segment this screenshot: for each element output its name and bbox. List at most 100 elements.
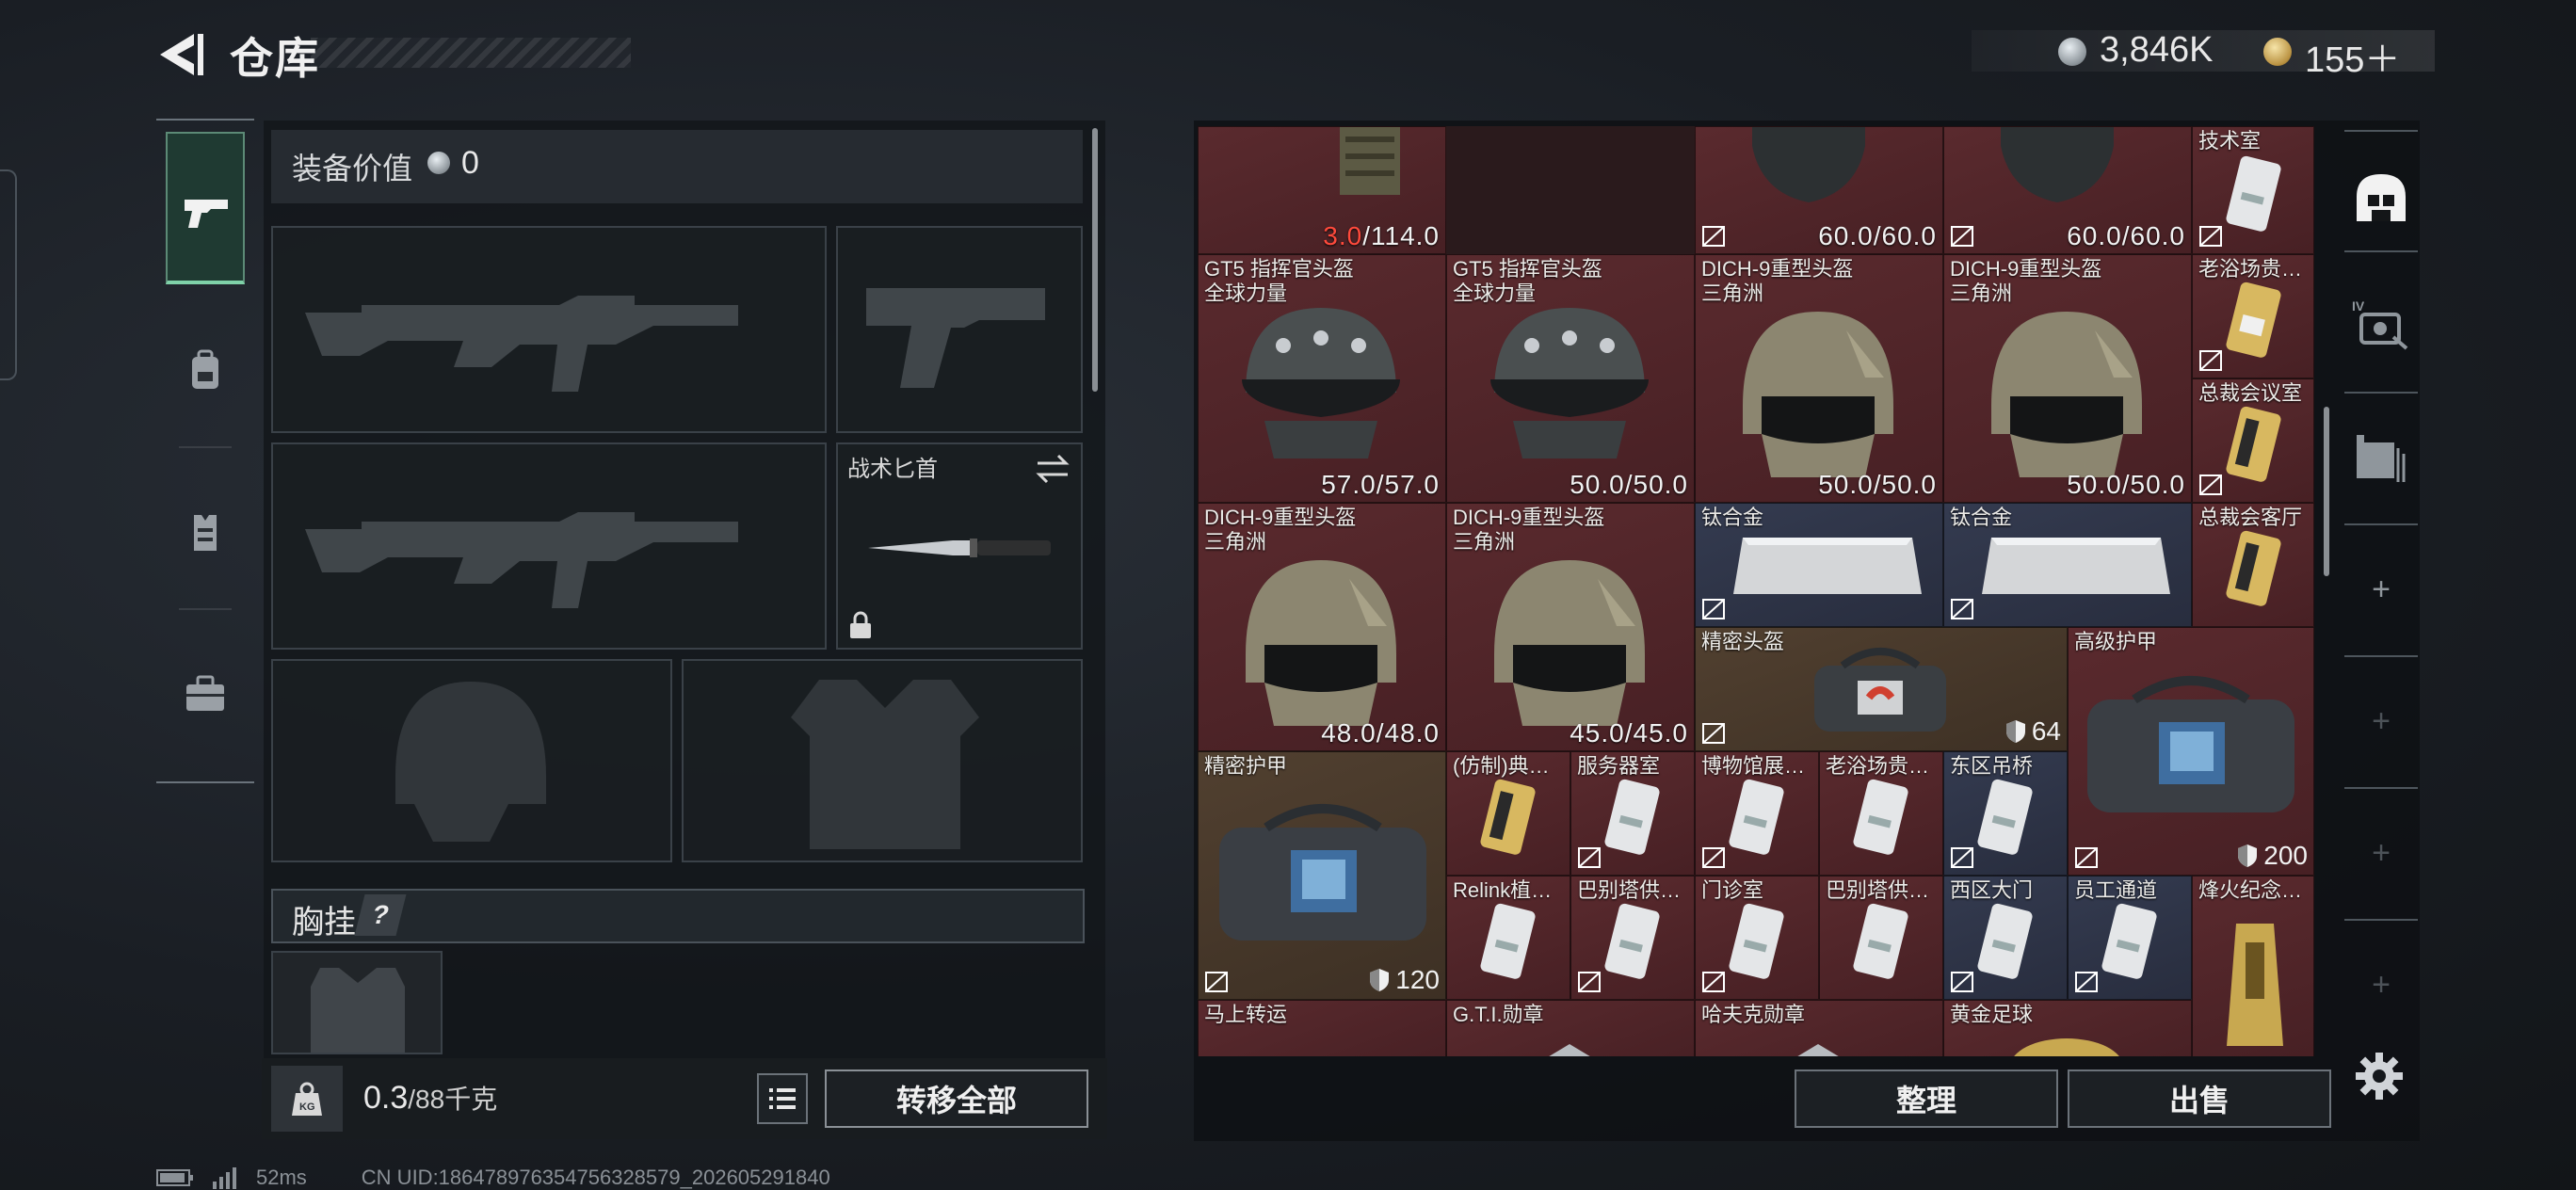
stash-item-helmet[interactable]: DICH-9重型头盔 三角洲 50.0/50.0: [1943, 254, 2192, 503]
side-drawer-handle[interactable]: [0, 169, 17, 380]
heavy-helmet-icon: [1991, 312, 2142, 477]
stash-item-keycard[interactable]: Relink植…: [1446, 876, 1570, 1000]
sidebar-divider: [2344, 655, 2418, 657]
no-trade-icon: [1578, 972, 1601, 992]
no-trade-icon: [1702, 723, 1725, 744]
nav-divider: [156, 119, 254, 121]
back-button[interactable]: [153, 28, 205, 81]
lock-icon: [850, 611, 871, 638]
no-trade-icon: [2199, 474, 2222, 495]
stash-scrollbar[interactable]: [2324, 407, 2329, 576]
loadout-scrollbar[interactable]: [1092, 128, 1098, 392]
keycard-icon: [2226, 530, 2281, 606]
body-armor-slot[interactable]: [682, 659, 1083, 862]
nav-tab-case[interactable]: [166, 651, 245, 736]
stash-item-keycard[interactable]: 巴别塔供…: [1819, 876, 1943, 1000]
stash-item-partial[interactable]: 马上转运: [1198, 1000, 1446, 1056]
stash-item-helmet[interactable]: DICH-9重型头盔 三角洲 45.0/45.0: [1446, 503, 1695, 751]
stash-item-helmet-partial[interactable]: 60.0/60.0: [1943, 126, 2192, 254]
add-stash-tab-button[interactable]: +: [2343, 552, 2420, 627]
armor-silhouette-icon: [791, 680, 979, 849]
stash-item-advanced-armor[interactable]: 高级护甲 200: [2068, 627, 2314, 876]
sell-button[interactable]: 出售: [2068, 1069, 2331, 1128]
stash-item-titanium[interactable]: 钛合金: [1695, 503, 1943, 627]
sidebar-divider: [2344, 250, 2418, 252]
stash-item-keycard[interactable]: 老浴场贵…: [2192, 254, 2314, 378]
stash-item-helmet[interactable]: GT5 指挥官头盔 全球力量 50.0/50.0: [1446, 254, 1695, 503]
sidebar-divider: [2344, 919, 2418, 921]
stash-item-partial[interactable]: G.T.I.勋章: [1446, 1000, 1695, 1056]
premium-currency-icon: [2263, 38, 2292, 66]
nav-tab-weapons[interactable]: [166, 132, 245, 284]
no-trade-icon: [1702, 847, 1725, 868]
stash-item-keycard[interactable]: 总裁会议室: [2192, 378, 2314, 503]
duffel-bag-icon: [1219, 804, 1426, 941]
premium-currency-amount[interactable]: 155＋: [2305, 30, 2400, 82]
add-stash-tab-button[interactable]: +: [2343, 947, 2420, 1022]
stash-item-helmet[interactable]: DICH-9重型头盔 三角洲 50.0/50.0: [1695, 254, 1943, 503]
stash-item-keycard[interactable]: 老浴场贵…: [1819, 751, 1943, 876]
primary-weapon-slot[interactable]: [271, 226, 827, 433]
battery-icon: [156, 1169, 193, 1186]
shield-icon: [2005, 720, 2025, 743]
settings-button[interactable]: [2354, 1051, 2405, 1102]
nav-tab-backpack[interactable]: [166, 328, 245, 412]
stash-item-keycard[interactable]: 员工通道: [2068, 876, 2192, 1000]
stash-item-keycard[interactable]: 服务器室: [1570, 751, 1695, 876]
stash-tab-collection[interactable]: [2343, 420, 2420, 495]
helmet-slot[interactable]: [271, 659, 672, 862]
stash-item-titanium[interactable]: 钛合金: [1943, 503, 2192, 627]
add-stash-tab-button[interactable]: +: [2343, 815, 2420, 891]
stash-item-keycard[interactable]: 总裁会客厅: [2192, 503, 2314, 627]
stash-item-helmet-partial[interactable]: 60.0/60.0: [1695, 126, 1943, 254]
svg-text:IV: IV: [2352, 298, 2365, 314]
status-bar: 52ms CN UID:18647897635475632857​9_20260…: [156, 1166, 830, 1190]
coin-icon: [2058, 38, 2086, 66]
no-trade-icon: [2199, 226, 2222, 247]
pistol-silhouette-icon: [866, 288, 1045, 388]
no-trade-icon: [1951, 226, 1973, 247]
melee-slot[interactable]: 战术匕首: [836, 442, 1083, 650]
add-stash-tab-button[interactable]: +: [2343, 683, 2420, 759]
stash-item-helmet[interactable]: GT5 指挥官头盔 全球力量 57.0/57.0: [1198, 254, 1446, 503]
swap-icon[interactable]: [1034, 452, 1071, 486]
sort-button[interactable]: 整理: [1795, 1069, 2058, 1128]
sidearm-slot[interactable]: [836, 226, 1083, 433]
keycard-icon: [1977, 903, 2033, 979]
secondary-weapon-slot[interactable]: [271, 442, 827, 650]
stash-item-keycard[interactable]: 技术室: [2192, 126, 2314, 254]
stash-item-keycard[interactable]: 博物馆展…: [1695, 751, 1819, 876]
stash-item-helmet[interactable]: DICH-9重型头盔 三角洲 48.0/48.0: [1198, 503, 1446, 751]
keycard-icon: [1729, 903, 1784, 979]
commander-helmet-icon: [1242, 308, 1400, 458]
helmet-icon: [2001, 127, 2114, 202]
signal-icon: [213, 1167, 236, 1189]
stash-item-keycard[interactable]: 巴别塔供…: [1570, 876, 1695, 1000]
stash-item-precision-helmet[interactable]: 精密头盔 64: [1695, 627, 2068, 751]
briefcase-icon: [186, 675, 224, 711]
transfer-all-button[interactable]: 转移全部: [825, 1069, 1088, 1128]
keycard-icon: [2226, 155, 2281, 232]
stash-item-keycard[interactable]: 东区吊桥: [1943, 751, 2068, 876]
list-view-button[interactable]: [757, 1073, 808, 1124]
svg-text:KG: KG: [299, 1102, 315, 1113]
stash-item-partial[interactable]: 黄金足球: [1943, 1000, 2192, 1056]
stash-tab-main[interactable]: [2343, 160, 2420, 235]
stash-item-memorial[interactable]: 烽火纪念…: [2192, 876, 2314, 1056]
nav-tab-armor[interactable]: [166, 490, 245, 574]
stash-tab-keys[interactable]: IV: [2343, 286, 2420, 362]
stash-item-armor-partial[interactable]: 3.0/114.0: [1198, 126, 1446, 254]
user-uid: CN UID:18647897635475632857​9_2026052918…: [361, 1166, 830, 1189]
keycard-icon: [1480, 779, 1536, 855]
medal-icon: [1797, 1044, 1839, 1056]
stash-item-keycard[interactable]: (仿制)典…: [1446, 751, 1570, 876]
duffel-bag-icon: [2087, 676, 2294, 812]
helmet-silhouette-icon: [395, 682, 546, 842]
stash-item-partial[interactable]: 哈夫克勋章: [1695, 1000, 1943, 1056]
sidebar-divider: [2344, 523, 2418, 525]
chest-rig-slot[interactable]: [271, 951, 443, 1054]
stash-item-precision-armor[interactable]: 精密护甲 120: [1198, 751, 1446, 1000]
stash-grid[interactable]: 3.0/114.0 60.0/60.0 60.0/60.0 技术室 GT5 指挥…: [1198, 126, 2314, 1056]
stash-item-keycard[interactable]: 西区大门: [1943, 876, 2068, 1000]
stash-item-keycard[interactable]: 门诊室: [1695, 876, 1819, 1000]
